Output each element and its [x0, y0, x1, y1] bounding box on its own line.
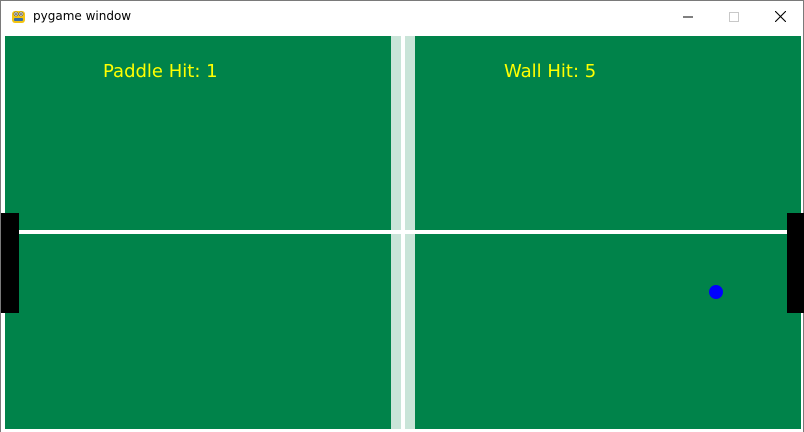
game-surface[interactable]: Paddle Hit: 1 Wall Hit: 5 — [1, 32, 804, 432]
right-paddle[interactable] — [787, 213, 804, 313]
ping-pong-table: Paddle Hit: 1 Wall Hit: 5 — [5, 36, 803, 431]
paddle-hit-score: Paddle Hit: 1 — [103, 61, 218, 82]
maximize-button[interactable] — [711, 1, 757, 32]
table-center-line — [5, 230, 801, 234]
window-title: pygame window — [33, 9, 132, 23]
title-bar[interactable]: pygame window — [1, 1, 803, 32]
minimize-button[interactable] — [665, 1, 711, 32]
wall-hit-score: Wall Hit: 5 — [504, 61, 597, 82]
maximize-icon — [729, 7, 739, 26]
close-button[interactable] — [757, 1, 803, 32]
ball — [709, 285, 723, 299]
minimize-icon — [683, 7, 693, 26]
pygame-window: pygame window Paddle Hit: 1 Wall Hit: 5 — [0, 0, 804, 432]
pygame-snake-icon — [10, 8, 27, 25]
close-icon — [774, 7, 786, 26]
left-paddle[interactable] — [1, 213, 19, 313]
